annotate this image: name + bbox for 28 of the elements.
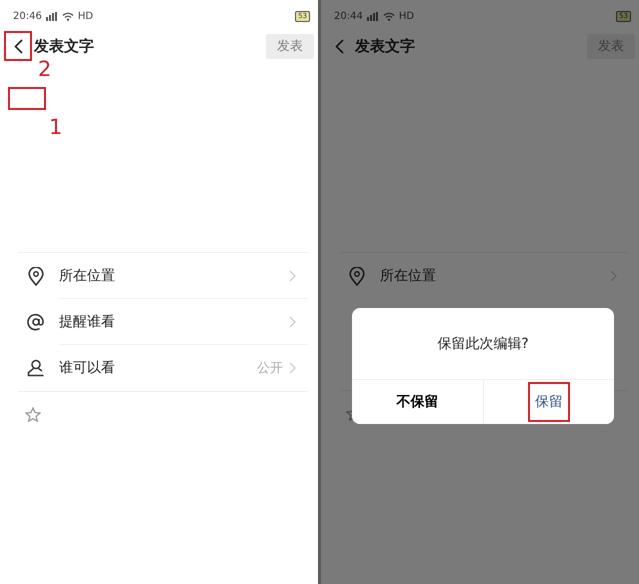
annotation-number: 2: [38, 59, 52, 80]
person-icon: [27, 359, 45, 377]
network-label: HD: [78, 10, 94, 22]
chevron-right-icon: [289, 316, 296, 328]
page-title: 发表文字: [355, 36, 415, 56]
chevron-right-icon: [289, 362, 296, 374]
star-icon[interactable]: [25, 407, 41, 422]
dialog-button[interactable]: 保留: [482, 380, 614, 424]
row-label[interactable]: 所在位置: [380, 267, 436, 285]
signal-icon: [366, 12, 379, 20]
status-time: 20:46: [13, 10, 42, 22]
chevron-right-icon: [289, 270, 296, 282]
page-title: 发表文字: [34, 36, 94, 56]
chevron-right-icon: [610, 270, 617, 282]
row-label[interactable]: 谁可以看: [59, 359, 115, 377]
signal-icon: [46, 12, 58, 20]
at-sign-icon: [27, 313, 45, 331]
wifi-icon: [382, 12, 395, 20]
annotation-number: 1: [49, 117, 62, 138]
wifi-icon: [62, 12, 74, 20]
back-button[interactable]: [6, 33, 30, 59]
row-value: 公开: [257, 360, 283, 377]
location-pin-icon: [348, 266, 366, 286]
location-pin-icon: [27, 266, 45, 286]
status-time: 20:44: [334, 10, 363, 22]
row-label[interactable]: 所在位置: [59, 267, 115, 285]
row-label[interactable]: 提醒谁看: [59, 313, 115, 331]
network-label: HD: [398, 10, 414, 22]
